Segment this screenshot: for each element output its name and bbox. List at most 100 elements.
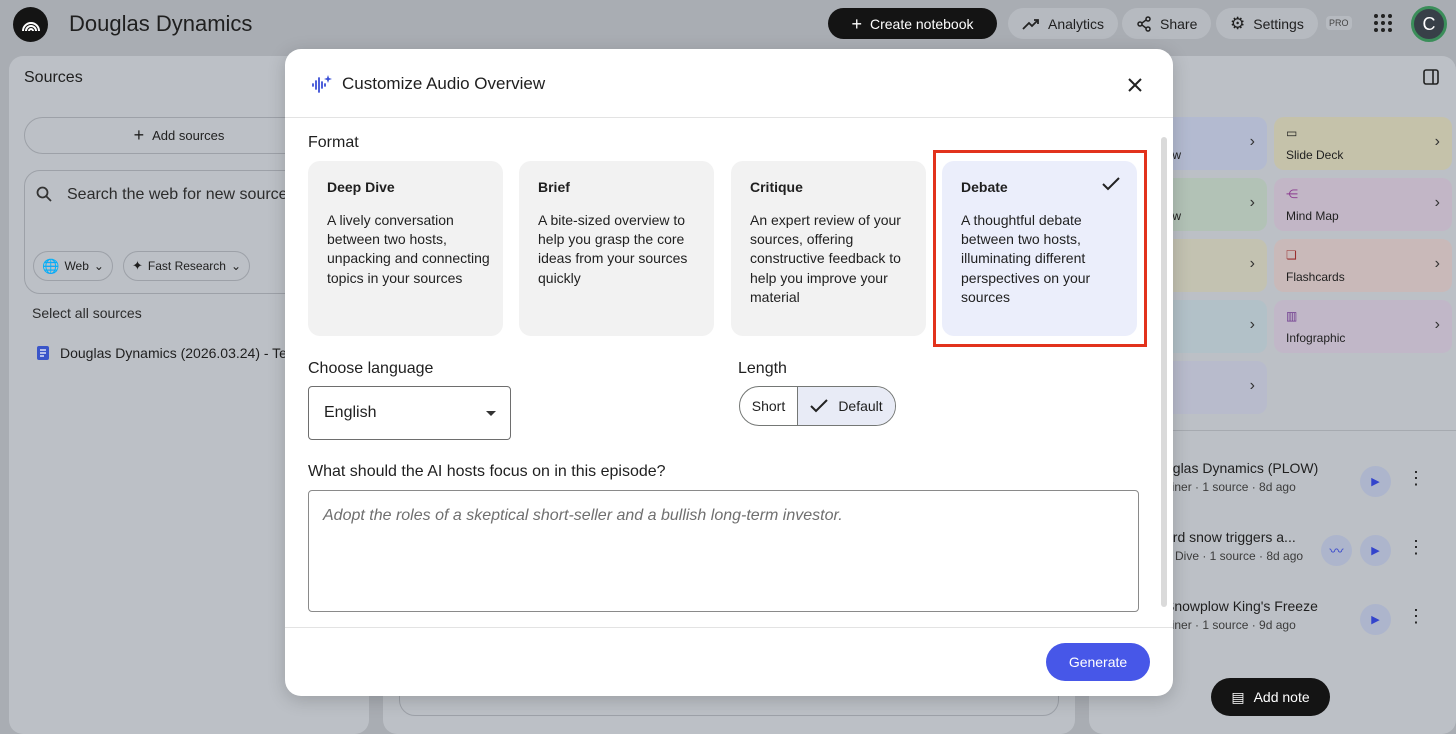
avatar[interactable]: C	[1411, 6, 1447, 42]
chevron-down-icon: ⌄	[230, 259, 241, 273]
length-default-option[interactable]: Default	[798, 387, 895, 425]
audio-item-meta: p Dive · 1 source · 8d ago	[1165, 549, 1304, 563]
focus-prompt-label: What should the AI hosts focus on in thi…	[308, 463, 666, 480]
chevron-down-icon: ⌄	[93, 259, 104, 273]
audio-item-title: uglas Dynamics (PLOW)	[1165, 460, 1319, 476]
format-card-deep-dive[interactable]: Deep Dive A lively conversation between …	[308, 161, 503, 336]
audio-sparkle-icon	[312, 75, 332, 93]
plus-icon: +	[133, 125, 145, 145]
studio-tile-infographic[interactable]: ▥ Infographic ›	[1274, 300, 1452, 353]
source-item[interactable]: Douglas Dynamics (2026.03.24) - Te	[36, 345, 287, 361]
format-card-brief[interactable]: Brief A bite-sized overview to help you …	[519, 161, 714, 336]
close-icon[interactable]	[1123, 73, 1147, 97]
top-bar: Douglas Dynamics + Create notebook Analy…	[0, 0, 1456, 50]
analytics-label: Analytics	[1048, 15, 1105, 32]
sparkle-search-icon: ✦	[132, 258, 143, 273]
share-icon	[1137, 15, 1151, 32]
format-card-description: A lively conversation between two hosts,…	[327, 212, 490, 286]
choose-language-label: Choose language	[308, 360, 434, 377]
customize-audio-dialog: Customize Audio Overview Format Deep Div…	[285, 49, 1173, 696]
dialog-scrollbar[interactable]	[1161, 137, 1167, 607]
slide-deck-icon: ▭	[1286, 126, 1298, 140]
research-mode-dropdown[interactable]: ✦ Fast Research ⌄	[123, 251, 250, 281]
flashcards-icon: ❏	[1286, 248, 1297, 262]
play-button[interactable]: ▶	[1360, 535, 1391, 566]
chevron-right-icon: ›	[1434, 255, 1440, 272]
sources-title: Sources	[24, 69, 83, 86]
share-button[interactable]: Share	[1122, 8, 1212, 39]
dialog-footer-divider	[285, 627, 1173, 628]
format-card-critique[interactable]: Critique An expert review of your source…	[731, 161, 926, 336]
length-short-option[interactable]: Short	[740, 387, 798, 425]
pro-badge: PRO	[1326, 16, 1352, 30]
language-select-value: English	[324, 404, 377, 421]
more-vert-icon[interactable]: ⋮	[1407, 537, 1425, 558]
globe-icon: 🌐	[42, 257, 60, 274]
add-note-button[interactable]: ▤ Add note	[1211, 678, 1330, 716]
length-default-label: Default	[838, 398, 883, 414]
mind-map-icon: ⋲	[1286, 187, 1298, 201]
studio-tile-mind-map[interactable]: ⋲ Mind Map ›	[1274, 178, 1452, 231]
play-icon: ▶	[1371, 545, 1380, 557]
chevron-right-icon: ›	[1249, 194, 1255, 211]
tile-label: Mind Map	[1286, 209, 1339, 223]
search-input[interactable]: Search the web for new sources	[67, 186, 296, 204]
format-card-title: Deep Dive	[327, 179, 395, 195]
settings-label: Settings	[1253, 15, 1304, 32]
format-card-description: A bite-sized overview to help you grasp …	[538, 212, 688, 286]
chevron-right-icon: ›	[1434, 194, 1440, 211]
share-label: Share	[1160, 15, 1198, 32]
play-icon: ▶	[1371, 476, 1380, 488]
play-button[interactable]: ▶	[1360, 604, 1391, 635]
chevron-right-icon: ›	[1249, 377, 1255, 394]
more-vert-icon[interactable]: ⋮	[1407, 468, 1425, 489]
focus-textarea[interactable]	[308, 490, 1139, 612]
more-vert-icon[interactable]: ⋮	[1407, 606, 1425, 627]
chevron-right-icon: ›	[1249, 316, 1255, 333]
trending-up-icon	[1022, 18, 1039, 30]
generate-button[interactable]: Generate	[1046, 643, 1150, 681]
analytics-button[interactable]: Analytics	[1008, 8, 1119, 39]
tile-label: Infographic	[1286, 331, 1346, 345]
notebook-title[interactable]: Douglas Dynamics	[69, 11, 252, 37]
dialog-title: Customize Audio Overview	[342, 74, 546, 93]
chevron-right-icon: ›	[1249, 255, 1255, 272]
select-all-sources[interactable]: Select all sources	[32, 305, 142, 321]
audio-item-meta: ainer · 1 source · 8d ago	[1165, 480, 1296, 494]
audio-item-meta: ainer · 1 source · 9d ago	[1165, 618, 1296, 632]
gear-icon: ⚙	[1230, 13, 1246, 33]
panel-toggle-icon[interactable]	[1423, 69, 1439, 85]
length-segmented-control: Short Default	[739, 386, 896, 426]
language-select[interactable]: English	[308, 386, 511, 440]
create-notebook-button[interactable]: + Create notebook	[828, 8, 997, 39]
length-label: Length	[738, 360, 787, 377]
dropdown-arrow-icon	[486, 411, 496, 416]
research-chip-label: Fast Research	[147, 259, 226, 273]
format-card-title: Critique	[750, 179, 803, 195]
chevron-right-icon: ›	[1434, 316, 1440, 333]
format-label: Format	[308, 134, 359, 151]
settings-button[interactable]: ⚙ Settings	[1216, 8, 1318, 39]
dialog-header: Customize Audio Overview	[285, 49, 1173, 118]
studio-tile-slide-deck[interactable]: ▭ Slide Deck ›	[1274, 117, 1452, 170]
play-icon: ▶	[1371, 614, 1380, 626]
add-sources-label: Add sources	[152, 128, 225, 143]
add-note-label: Add note	[1253, 689, 1310, 705]
tile-label: Flashcards	[1286, 270, 1345, 284]
note-icon: ▤	[1231, 688, 1245, 705]
audio-item-title: Snowplow King's Freeze	[1165, 598, 1318, 614]
apps-grid-icon[interactable]	[1374, 14, 1392, 32]
chevron-right-icon: ›	[1434, 133, 1440, 150]
chevron-right-icon: ›	[1249, 133, 1255, 150]
check-icon	[810, 399, 829, 413]
document-icon	[37, 346, 49, 360]
interactive-mode-icon[interactable]: 〰	[1321, 535, 1352, 566]
web-source-dropdown[interactable]: 🌐 Web ⌄	[33, 251, 113, 281]
studio-tile-flashcards[interactable]: ❏ Flashcards ›	[1274, 239, 1452, 292]
app-logo-icon[interactable]	[13, 7, 48, 42]
infographic-icon: ▥	[1286, 309, 1298, 323]
play-button[interactable]: ▶	[1360, 466, 1391, 497]
plus-icon: +	[851, 13, 862, 34]
audio-item-title: ord snow triggers a...	[1165, 529, 1296, 545]
tile-label: Slide Deck	[1286, 148, 1344, 162]
